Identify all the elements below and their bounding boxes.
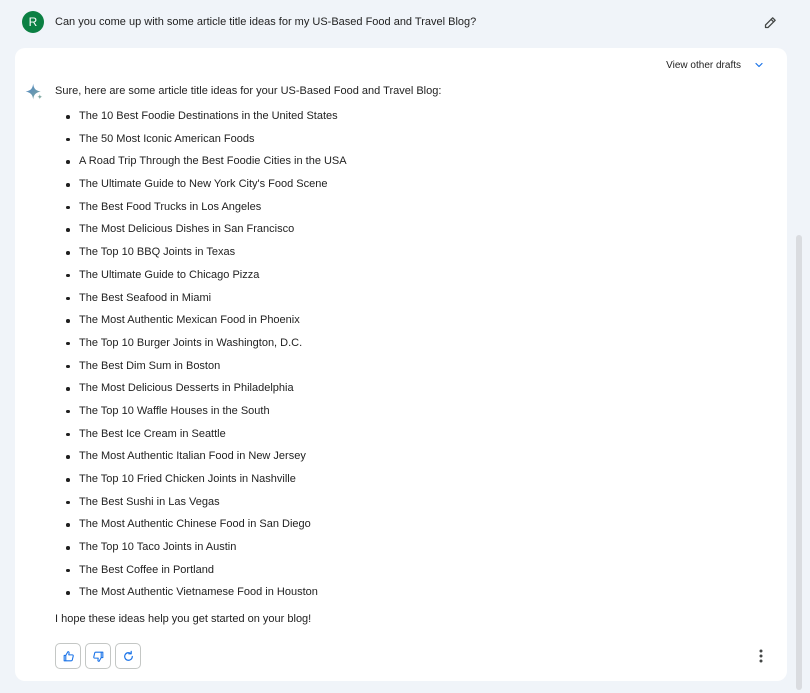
more-options-button[interactable] [753, 645, 769, 667]
title-idea-item: The Best Sushi in Las Vegas [55, 494, 347, 517]
title-idea-item: The Top 10 Waffle Houses in the South [55, 403, 347, 426]
sparkle-icon [25, 83, 43, 100]
response-intro: Sure, here are some article title ideas … [55, 85, 442, 97]
title-idea-item: A Road Trip Through the Best Foodie Citi… [55, 153, 347, 176]
response-card: View other drafts Sure, here are some ar… [15, 48, 787, 681]
title-idea-item: The Top 10 Taco Joints in Austin [55, 539, 347, 562]
title-idea-item: The Top 10 Fried Chicken Joints in Nashv… [55, 471, 347, 494]
title-idea-item: The Ultimate Guide to Chicago Pizza [55, 267, 347, 290]
prompt-text: Can you come up with some article title … [55, 16, 477, 28]
title-idea-item: The Best Seafood in Miami [55, 290, 347, 313]
title-idea-item: The Most Authentic Chinese Food in San D… [55, 516, 347, 539]
thumbs-up-button[interactable] [55, 643, 81, 669]
title-idea-item: The Most Authentic Italian Food in New J… [55, 448, 347, 471]
title-idea-item: The Most Delicious Desserts in Philadelp… [55, 380, 347, 403]
title-idea-item: The Best Food Trucks in Los Angeles [55, 199, 347, 222]
pencil-icon [764, 16, 776, 28]
regenerate-icon [123, 650, 133, 661]
thumbs-down-icon [92, 651, 103, 662]
response-actions [55, 643, 141, 669]
title-idea-item: The 10 Best Foodie Destinations in the U… [55, 108, 347, 131]
title-idea-item: The Most Authentic Mexican Food in Phoen… [55, 312, 347, 335]
title-idea-item: The Best Dim Sum in Boston [55, 358, 347, 381]
title-idea-item: The Best Ice Cream in Seattle [55, 426, 347, 449]
title-idea-item: The Ultimate Guide to New York City's Fo… [55, 176, 347, 199]
user-prompt: R Can you come up with some article titl… [0, 0, 802, 44]
scrollbar-thumb[interactable] [796, 235, 802, 690]
response-outro: I hope these ideas help you get started … [55, 613, 312, 625]
chevron-down-icon [755, 62, 763, 68]
title-ideas-list: The 10 Best Foodie Destinations in the U… [55, 108, 347, 607]
user-avatar: R [22, 11, 44, 33]
edit-prompt-button[interactable] [760, 12, 780, 32]
thumbs-down-button[interactable] [85, 643, 111, 669]
title-idea-item: The Top 10 BBQ Joints in Texas [55, 244, 347, 267]
title-idea-item: The Most Delicious Dishes in San Francis… [55, 221, 347, 244]
title-idea-item: The Best Coffee in Portland [55, 562, 347, 585]
regenerate-button[interactable] [115, 643, 141, 669]
more-vert-icon [759, 649, 763, 663]
title-idea-item: The 50 Most Iconic American Foods [55, 131, 347, 154]
title-idea-item: The Top 10 Burger Joints in Washington, … [55, 335, 347, 358]
title-idea-item: The Most Authentic Vietnamese Food in Ho… [55, 584, 347, 607]
view-other-drafts-button[interactable]: View other drafts [666, 57, 765, 73]
drafts-label: View other drafts [666, 59, 741, 71]
thumbs-up-icon [63, 650, 74, 661]
